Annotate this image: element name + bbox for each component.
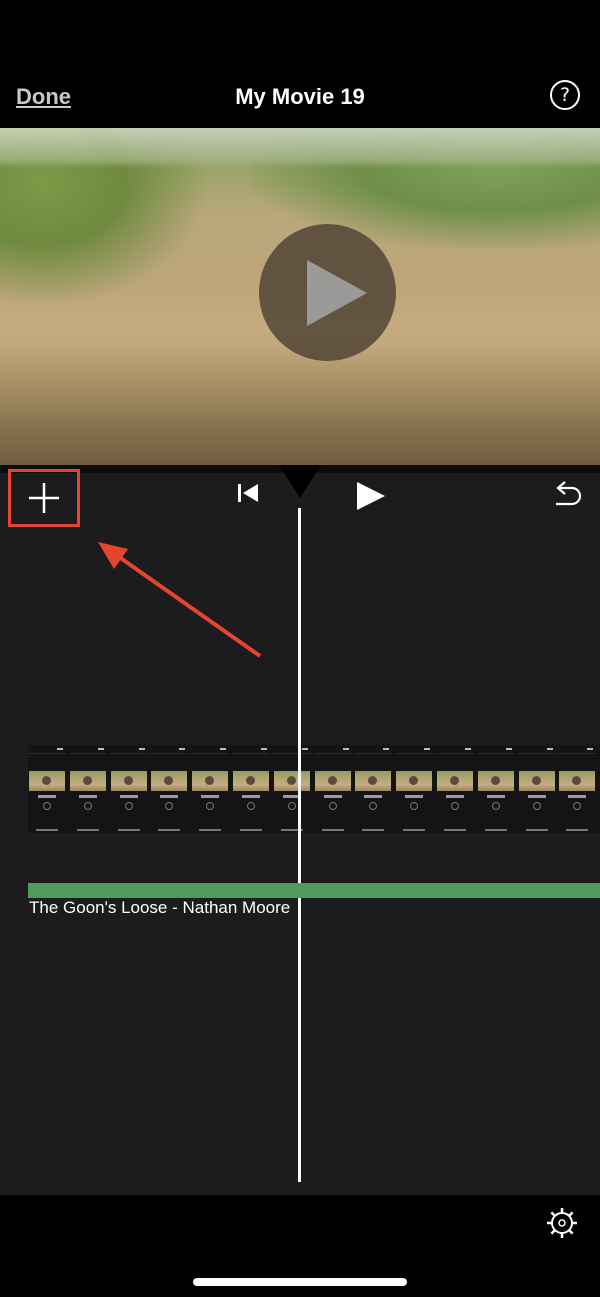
audio-track[interactable] (28, 883, 600, 898)
clip-thumbnail[interactable] (150, 745, 189, 833)
play-icon[interactable] (355, 480, 387, 512)
video-clip-track[interactable] (28, 745, 600, 833)
clip-thumbnail[interactable] (476, 745, 515, 833)
clip-thumbnail[interactable] (191, 745, 230, 833)
play-icon (307, 260, 367, 326)
add-media-button[interactable] (8, 469, 80, 527)
clip-thumbnail[interactable] (68, 745, 107, 833)
help-button[interactable]: ? (550, 80, 580, 110)
playhead-handle[interactable] (279, 465, 321, 499)
preview-play-button[interactable] (259, 224, 396, 361)
home-indicator[interactable] (193, 1278, 407, 1286)
plus-icon (29, 483, 59, 513)
annotation-arrow (98, 542, 262, 658)
preview-sky (0, 128, 600, 168)
clip-thumbnail[interactable] (395, 745, 434, 833)
clip-thumbnail[interactable] (232, 745, 270, 833)
clip-thumbnail[interactable] (109, 745, 148, 833)
clip-thumbnail[interactable] (354, 745, 393, 833)
clip-thumbnail[interactable] (558, 745, 597, 833)
video-preview[interactable] (0, 128, 600, 465)
preview-ground (0, 348, 600, 465)
gear-icon[interactable] (545, 1206, 579, 1240)
clip-thumbnail[interactable] (28, 745, 66, 833)
help-icon: ? (559, 84, 571, 106)
undo-icon[interactable] (550, 480, 584, 510)
playhead-line (298, 508, 301, 1182)
skip-to-start-icon[interactable] (236, 482, 260, 504)
clip-thumbnail[interactable] (313, 745, 352, 833)
project-title: My Movie 19 (235, 84, 365, 109)
clip-thumbnail[interactable] (517, 745, 556, 833)
clip-thumbnail[interactable] (272, 745, 311, 833)
clip-thumbnail[interactable] (436, 745, 474, 833)
audio-track-label: The Goon's Loose - Nathan Moore (29, 898, 291, 917)
